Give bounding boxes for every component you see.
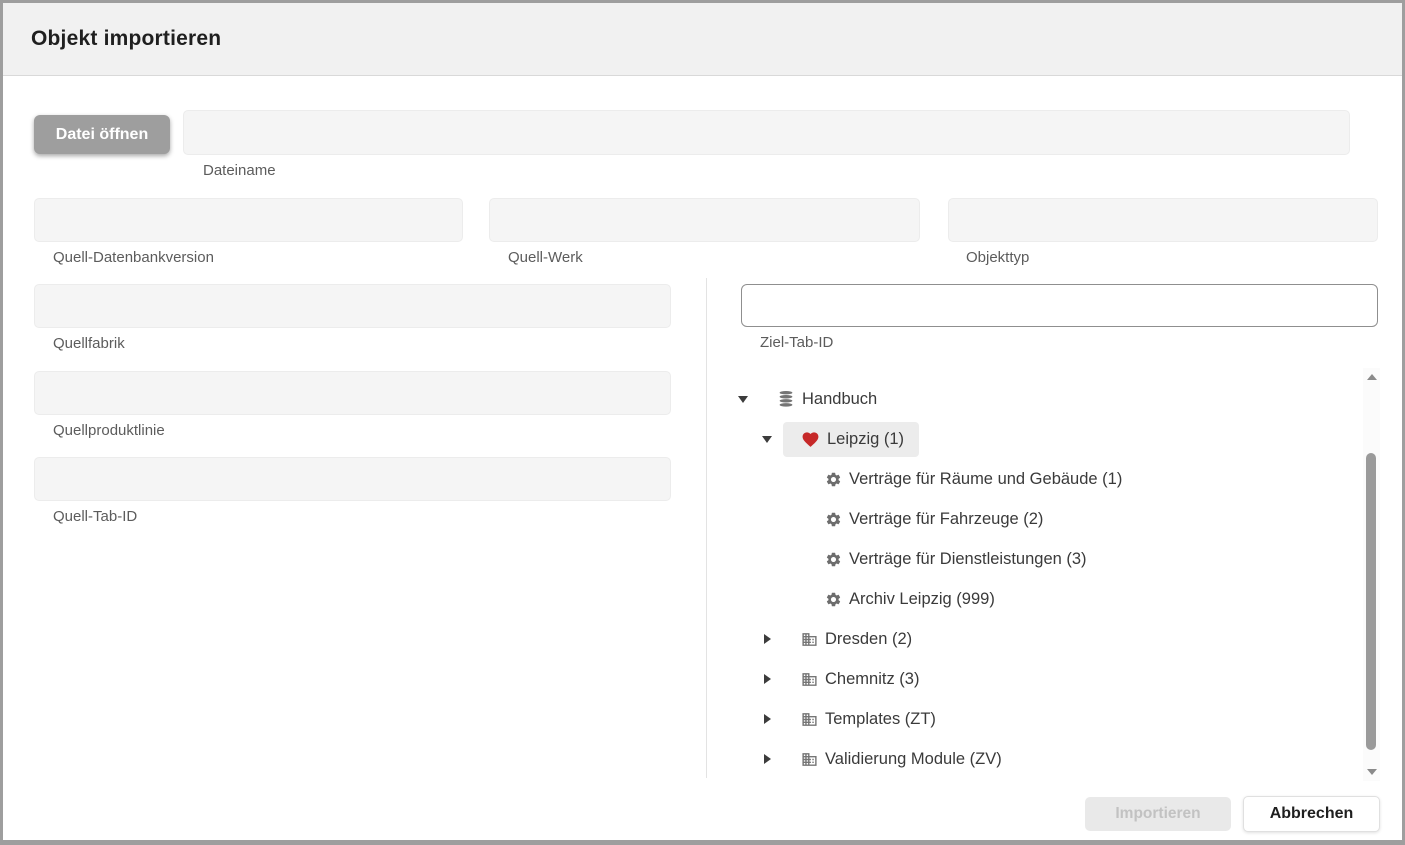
collapse-arrow-icon[interactable] xyxy=(735,391,751,407)
ziel-tab-id-input[interactable] xyxy=(741,284,1378,327)
tree-item-content[interactable]: Handbuch xyxy=(759,382,892,417)
tree-item[interactable]: Verträge für Räume und Gebäude (1) xyxy=(707,459,1363,499)
triangle-down-icon xyxy=(1367,769,1377,775)
quellproduktlinie-label: Quellproduktlinie xyxy=(53,422,165,439)
scroll-down-arrow[interactable] xyxy=(1363,765,1380,779)
ziel-tab-id-label: Ziel-Tab-ID xyxy=(760,334,833,351)
cancel-button[interactable]: Abbrechen xyxy=(1243,796,1380,832)
tree-item[interactable]: Validierung Module (ZV) xyxy=(707,739,1363,779)
open-file-button[interactable]: Datei öffnen xyxy=(34,115,170,154)
expand-arrow-icon[interactable] xyxy=(759,751,775,767)
tree-item-selected[interactable]: Leipzig (1) xyxy=(783,422,919,457)
tree-item[interactable]: Verträge für Dienstleistungen (3) xyxy=(707,539,1363,579)
tree-item[interactable]: Leipzig (1) xyxy=(707,419,1363,459)
tree-item-content[interactable]: Verträge für Fahrzeuge (2) xyxy=(807,502,1058,537)
arrow-spacer xyxy=(783,511,799,527)
gear-icon xyxy=(825,511,842,528)
expand-arrow-icon[interactable] xyxy=(759,711,775,727)
tree-item-label: Verträge für Räume und Gebäude (1) xyxy=(849,470,1122,489)
objekttyp-label: Objekttyp xyxy=(966,249,1029,266)
scrollbar-thumb[interactable] xyxy=(1366,453,1376,750)
target-tree: Handbuch Leipzig (1) Verträge für Räume un… xyxy=(707,379,1363,781)
dialog-header: Objekt importieren xyxy=(3,3,1402,76)
scroll-up-arrow[interactable] xyxy=(1363,370,1380,384)
tree-item-label: Archiv Leipzig (999) xyxy=(849,590,995,609)
tree-item-label: Handbuch xyxy=(802,390,877,409)
tree-item-content[interactable]: Chemnitz (3) xyxy=(783,662,934,697)
tree-item-label: Verträge für Fahrzeuge (2) xyxy=(849,510,1043,529)
quellfabrik-input xyxy=(34,284,671,328)
gear-icon xyxy=(825,471,842,488)
triangle-up-icon xyxy=(1367,374,1377,380)
tree-item-label: Chemnitz (3) xyxy=(825,670,919,689)
objekttyp-input xyxy=(948,198,1378,242)
tree-item-label: Templates (ZT) xyxy=(825,710,936,729)
import-button[interactable]: Importieren xyxy=(1085,797,1231,831)
arrow-spacer xyxy=(783,551,799,567)
database-icon xyxy=(777,390,795,408)
collapse-arrow-icon[interactable] xyxy=(759,431,775,447)
tree-item[interactable]: Dresden (2) xyxy=(707,619,1363,659)
quell-werk-input xyxy=(489,198,920,242)
tree-item-content[interactable]: Verträge für Dienstleistungen (3) xyxy=(807,542,1102,577)
filename-input xyxy=(183,110,1350,155)
tree-item-content[interactable]: Dresden (2) xyxy=(783,622,927,657)
tree-item-label: Verträge für Dienstleistungen (3) xyxy=(849,550,1087,569)
filename-label: Dateiname xyxy=(203,162,276,179)
tree-item[interactable]: Handbuch xyxy=(707,379,1363,419)
quell-tab-id-input xyxy=(34,457,671,501)
gear-icon xyxy=(825,591,842,608)
tree-item-label: Leipzig (1) xyxy=(827,430,904,449)
expand-arrow-icon[interactable] xyxy=(759,671,775,687)
tree-item-content[interactable]: Templates (ZT) xyxy=(783,702,951,737)
quell-datenbankversion-input xyxy=(34,198,463,242)
gear-icon xyxy=(825,551,842,568)
tree-item-content[interactable]: Validierung Module (ZV) xyxy=(783,742,1017,777)
tree-item-content[interactable]: Verträge für Räume und Gebäude (1) xyxy=(807,462,1137,497)
quellproduktlinie-input xyxy=(34,371,671,415)
quellfabrik-label: Quellfabrik xyxy=(53,335,125,352)
tree-item-label: Validierung Module (ZV) xyxy=(825,750,1002,769)
arrow-spacer xyxy=(783,591,799,607)
arrow-spacer xyxy=(783,471,799,487)
tree-scrollbar[interactable] xyxy=(1363,368,1380,781)
heart-icon xyxy=(801,430,820,449)
tree-item[interactable]: Templates (ZT) xyxy=(707,699,1363,739)
expand-arrow-icon[interactable] xyxy=(759,631,775,647)
quell-tab-id-label: Quell-Tab-ID xyxy=(53,508,137,525)
import-dialog: Objekt importieren Datei öffnen Dateinam… xyxy=(0,0,1405,845)
tree-item-content[interactable]: Archiv Leipzig (999) xyxy=(807,582,1010,617)
building-icon xyxy=(801,751,818,768)
building-icon xyxy=(801,671,818,688)
building-icon xyxy=(801,711,818,728)
page-title: Objekt importieren xyxy=(31,27,221,51)
tree-item[interactable]: Chemnitz (3) xyxy=(707,659,1363,699)
quell-datenbankversion-label: Quell-Datenbankversion xyxy=(53,249,214,266)
tree-item[interactable]: Verträge für Fahrzeuge (2) xyxy=(707,499,1363,539)
building-icon xyxy=(801,631,818,648)
quell-werk-label: Quell-Werk xyxy=(508,249,583,266)
tree-item-label: Dresden (2) xyxy=(825,630,912,649)
tree-item[interactable]: Archiv Leipzig (999) xyxy=(707,579,1363,619)
